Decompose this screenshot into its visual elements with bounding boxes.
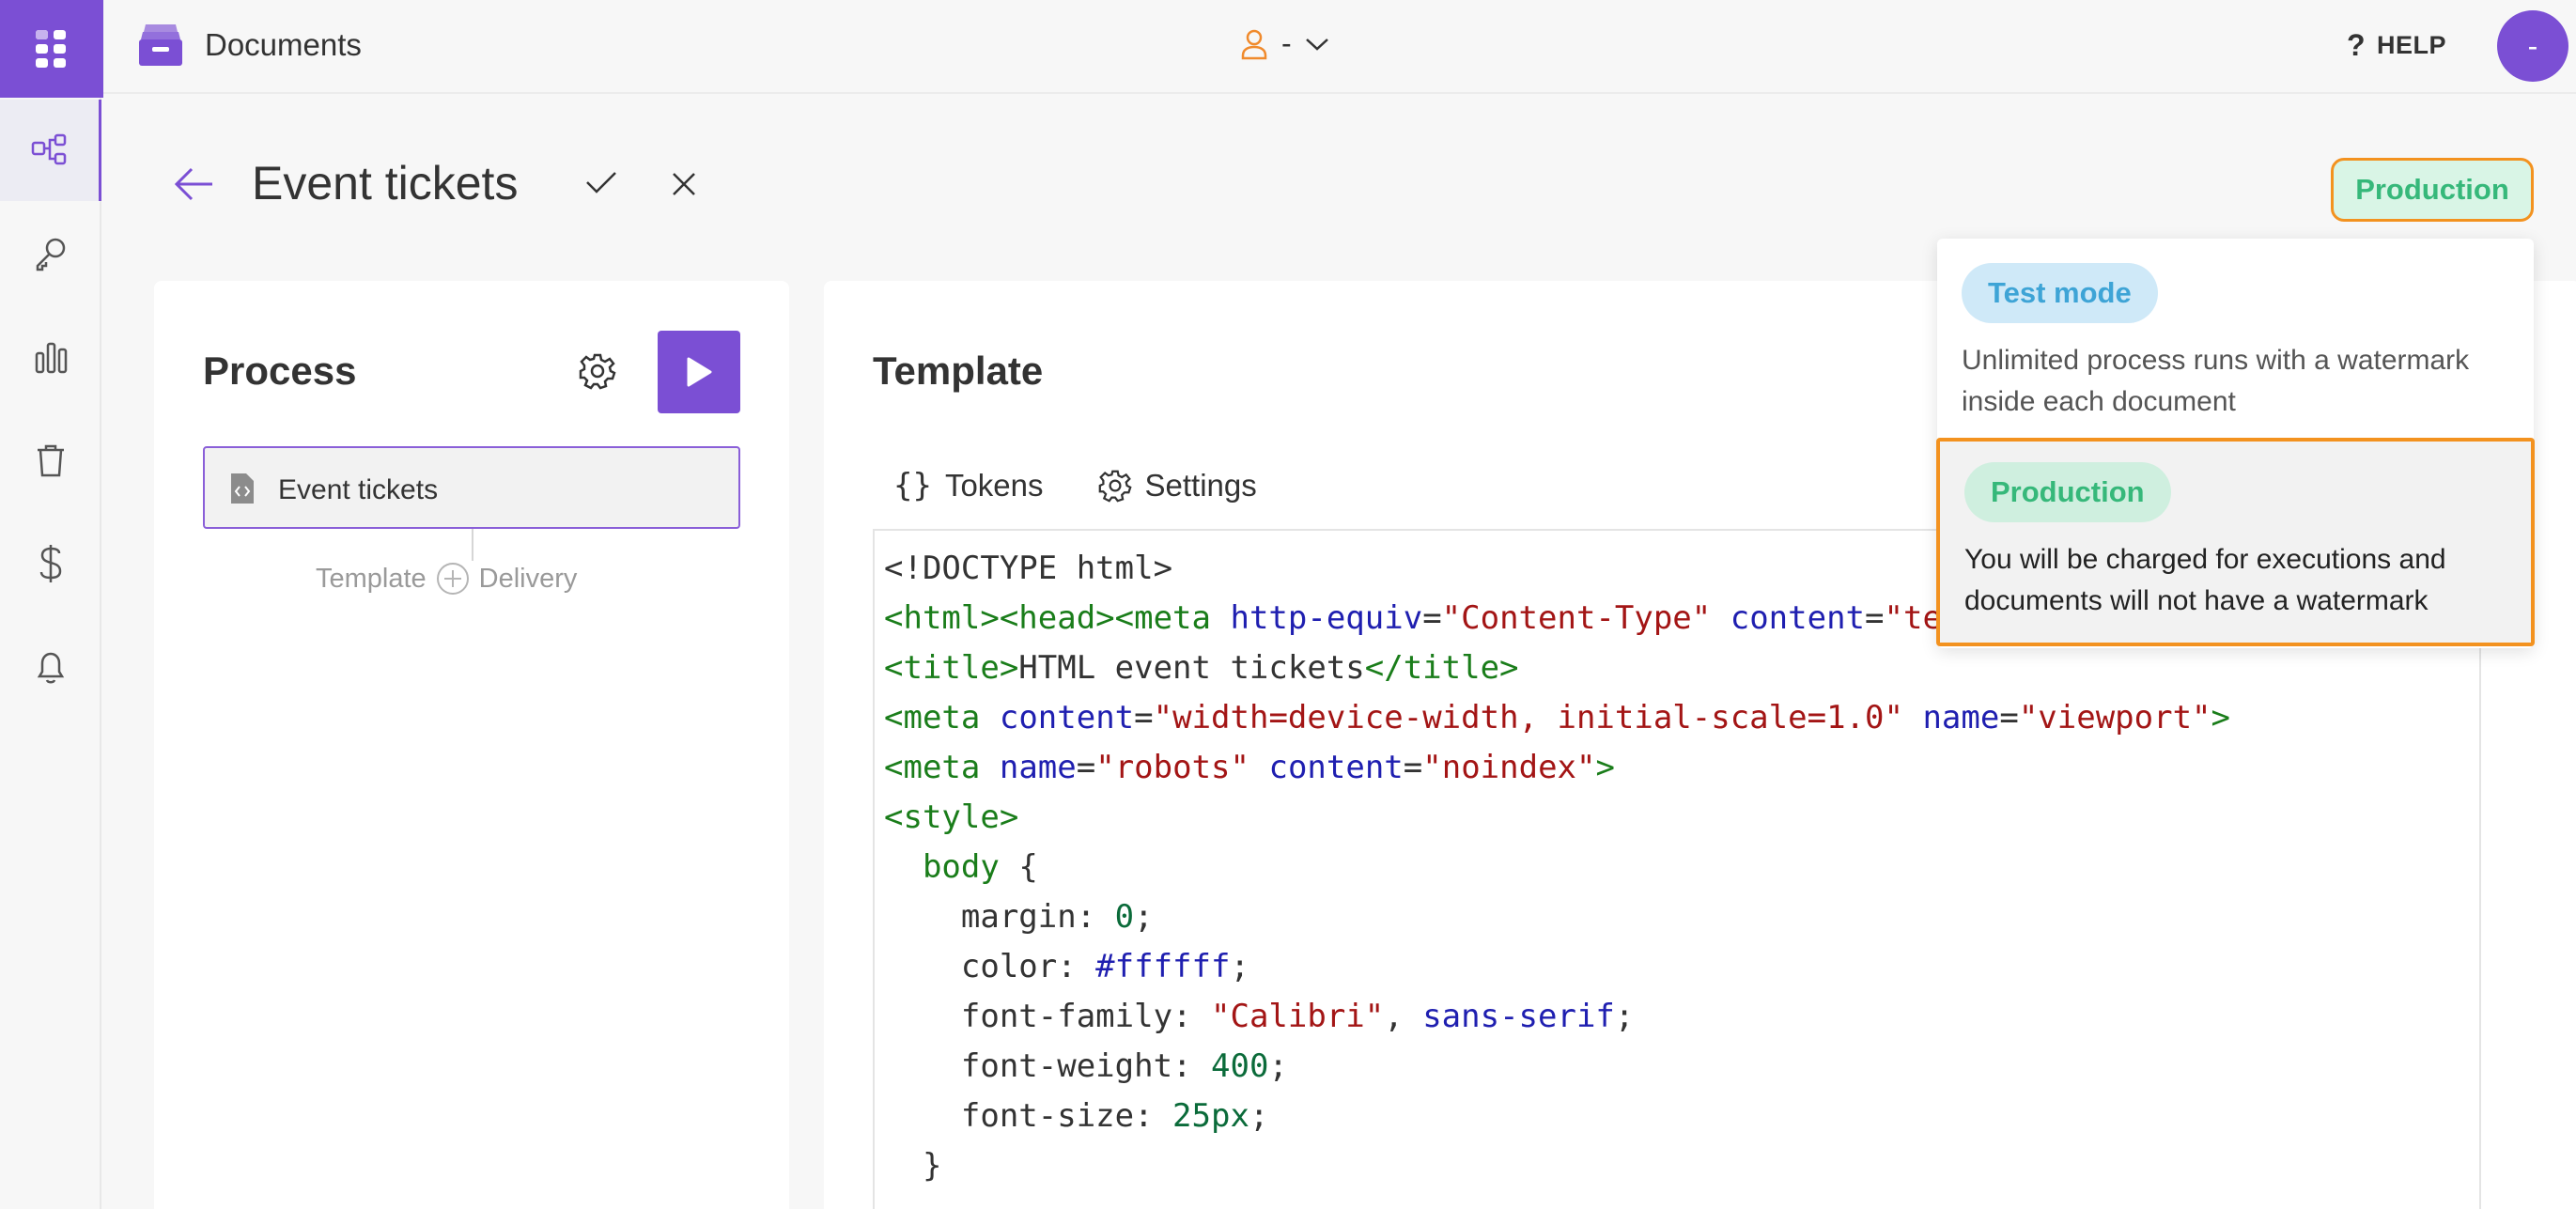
sidebar-item-notifications[interactable] — [0, 616, 101, 718]
user-label: - — [1281, 26, 1292, 60]
sidebar-item-api-keys[interactable] — [0, 203, 101, 304]
tab-label: Settings — [1144, 468, 1257, 503]
test-mode-chip: Test mode — [1962, 263, 2158, 323]
checkmark-icon — [586, 172, 616, 194]
back-button[interactable] — [173, 165, 216, 203]
tab-tokens[interactable]: {} Tokens — [893, 467, 1044, 504]
step-label: Event tickets — [278, 474, 439, 505]
environment-selector[interactable]: Production — [2331, 158, 2534, 222]
gear-icon — [579, 353, 616, 390]
production-description: You will be charged for executions and d… — [1964, 544, 2446, 616]
run-process-button[interactable] — [658, 331, 740, 413]
side-navigation — [0, 0, 103, 1209]
test-mode-description: Unlimited process runs with a watermark … — [1962, 345, 2470, 417]
template-title: Template — [873, 349, 1044, 393]
user-icon — [1241, 29, 1267, 59]
arrow-left-icon — [174, 167, 212, 201]
step-connector — [472, 529, 473, 561]
add-step-row: Template Delivery — [316, 562, 577, 596]
plus-circle-icon — [436, 563, 469, 595]
environment-menu: Test mode Unlimited process runs with a … — [1936, 239, 2535, 648]
cancel-title-button[interactable] — [671, 171, 697, 197]
apps-grid-icon — [36, 30, 66, 68]
page-title: Event tickets — [252, 157, 519, 209]
question-icon: ? — [2347, 28, 2367, 62]
play-icon — [687, 357, 712, 387]
documents-app-icon — [137, 23, 184, 68]
process-title: Process — [203, 349, 357, 393]
sidebar-item-processes[interactable] — [0, 100, 101, 201]
help-button[interactable]: ? HELP — [2347, 28, 2446, 63]
top-bar: Documents - ? HELP - — [103, 0, 2576, 94]
bar-chart-icon — [35, 342, 68, 374]
tab-settings[interactable]: Settings — [1098, 467, 1257, 504]
sidebar-item-billing[interactable] — [0, 513, 101, 614]
production-chip: Production — [1964, 462, 2171, 522]
process-step-template[interactable]: Event tickets — [203, 446, 740, 529]
dollar-icon — [39, 545, 62, 582]
tab-label: Tokens — [944, 468, 1044, 503]
environment-option-test[interactable]: Test mode Unlimited process runs with a … — [1937, 239, 2534, 438]
user-selector[interactable]: - — [1240, 26, 1329, 61]
add-before-label: Template — [316, 563, 427, 594]
help-label: HELP — [2377, 31, 2447, 59]
environment-option-production[interactable]: Production You will be charged for execu… — [1936, 438, 2535, 646]
process-card: Process Event tickets Template Delivery — [154, 281, 789, 1209]
braces-icon: {} — [893, 467, 932, 504]
sidebar-item-trash[interactable] — [0, 410, 101, 511]
key-icon — [36, 238, 66, 271]
bell-icon — [37, 652, 65, 684]
chevron-down-icon — [1305, 38, 1328, 51]
close-icon — [673, 173, 695, 195]
gear-icon — [1098, 470, 1132, 503]
workflow-icon — [31, 133, 66, 165]
avatar[interactable]: - — [2497, 10, 2568, 82]
html-file-icon — [229, 472, 256, 505]
template-tabs: {} Tokens Settings — [893, 467, 1257, 504]
add-after-label: Delivery — [478, 563, 578, 594]
sidebar-item-statistics[interactable] — [0, 306, 101, 408]
process-settings-button[interactable] — [579, 352, 616, 390]
trash-icon — [38, 444, 64, 477]
app-name: Documents — [205, 27, 362, 62]
add-step-button[interactable] — [436, 562, 470, 596]
apps-grid-button[interactable] — [0, 0, 103, 98]
confirm-title-button[interactable] — [584, 169, 618, 195]
